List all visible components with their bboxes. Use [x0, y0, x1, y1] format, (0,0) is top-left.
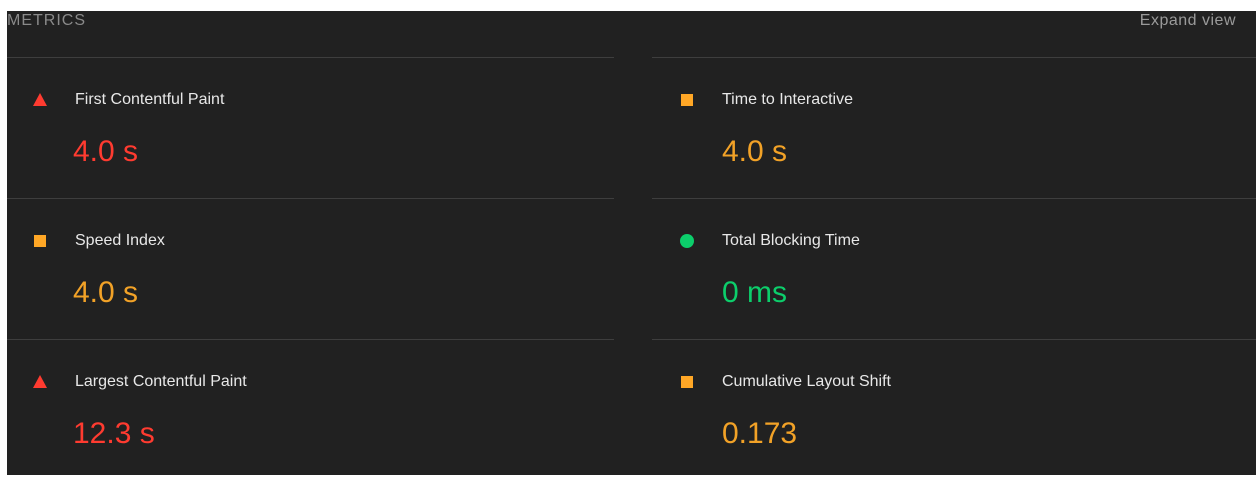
metric-label: Total Blocking Time — [722, 232, 860, 249]
metric-value: 0.173 — [722, 417, 798, 450]
metrics-row: Speed Index 4.0 s Total Blocking Time 0 … — [7, 198, 1256, 339]
metric-speed-index: Speed Index 4.0 s — [7, 198, 614, 339]
metric-value: 12.3 s — [73, 417, 155, 450]
red-triangle-icon — [33, 93, 47, 107]
expand-view-button[interactable]: Expand view — [1140, 11, 1236, 31]
metric-label: Largest Contentful Paint — [75, 373, 247, 390]
metric-label: First Contentful Paint — [75, 91, 225, 108]
green-circle-icon — [680, 234, 694, 248]
metric-first-contentful-paint: First Contentful Paint 4.0 s — [7, 57, 614, 198]
metrics-row: First Contentful Paint 4.0 s Time to Int… — [7, 57, 1256, 198]
section-title: METRICS — [7, 12, 86, 29]
orange-square-icon — [33, 234, 47, 248]
metric-cumulative-layout-shift: Cumulative Layout Shift 0.173 — [652, 339, 1256, 475]
metrics-grid: First Contentful Paint 4.0 s Time to Int… — [7, 57, 1256, 475]
metric-label: Time to Interactive — [722, 91, 854, 108]
metric-time-to-interactive: Time to Interactive 4.0 s — [652, 57, 1256, 198]
metric-label: Cumulative Layout Shift — [722, 373, 891, 390]
metric-value: 0 ms — [722, 276, 788, 309]
metrics-row: Largest Contentful Paint 12.3 s Cumulati… — [7, 339, 1256, 475]
metrics-header: METRICS Expand view — [7, 11, 1256, 37]
metric-largest-contentful-paint: Largest Contentful Paint 12.3 s — [7, 339, 614, 475]
metrics-panel: METRICS Expand view First Contentful Pai… — [7, 11, 1256, 475]
metric-value: 4.0 s — [73, 135, 139, 168]
metric-value: 4.0 s — [722, 135, 788, 168]
metric-value: 4.0 s — [73, 276, 139, 309]
metric-total-blocking-time: Total Blocking Time 0 ms — [652, 198, 1256, 339]
orange-square-icon — [680, 93, 694, 107]
orange-square-icon — [680, 375, 694, 389]
metric-label: Speed Index — [75, 232, 165, 249]
red-triangle-icon — [33, 375, 47, 389]
